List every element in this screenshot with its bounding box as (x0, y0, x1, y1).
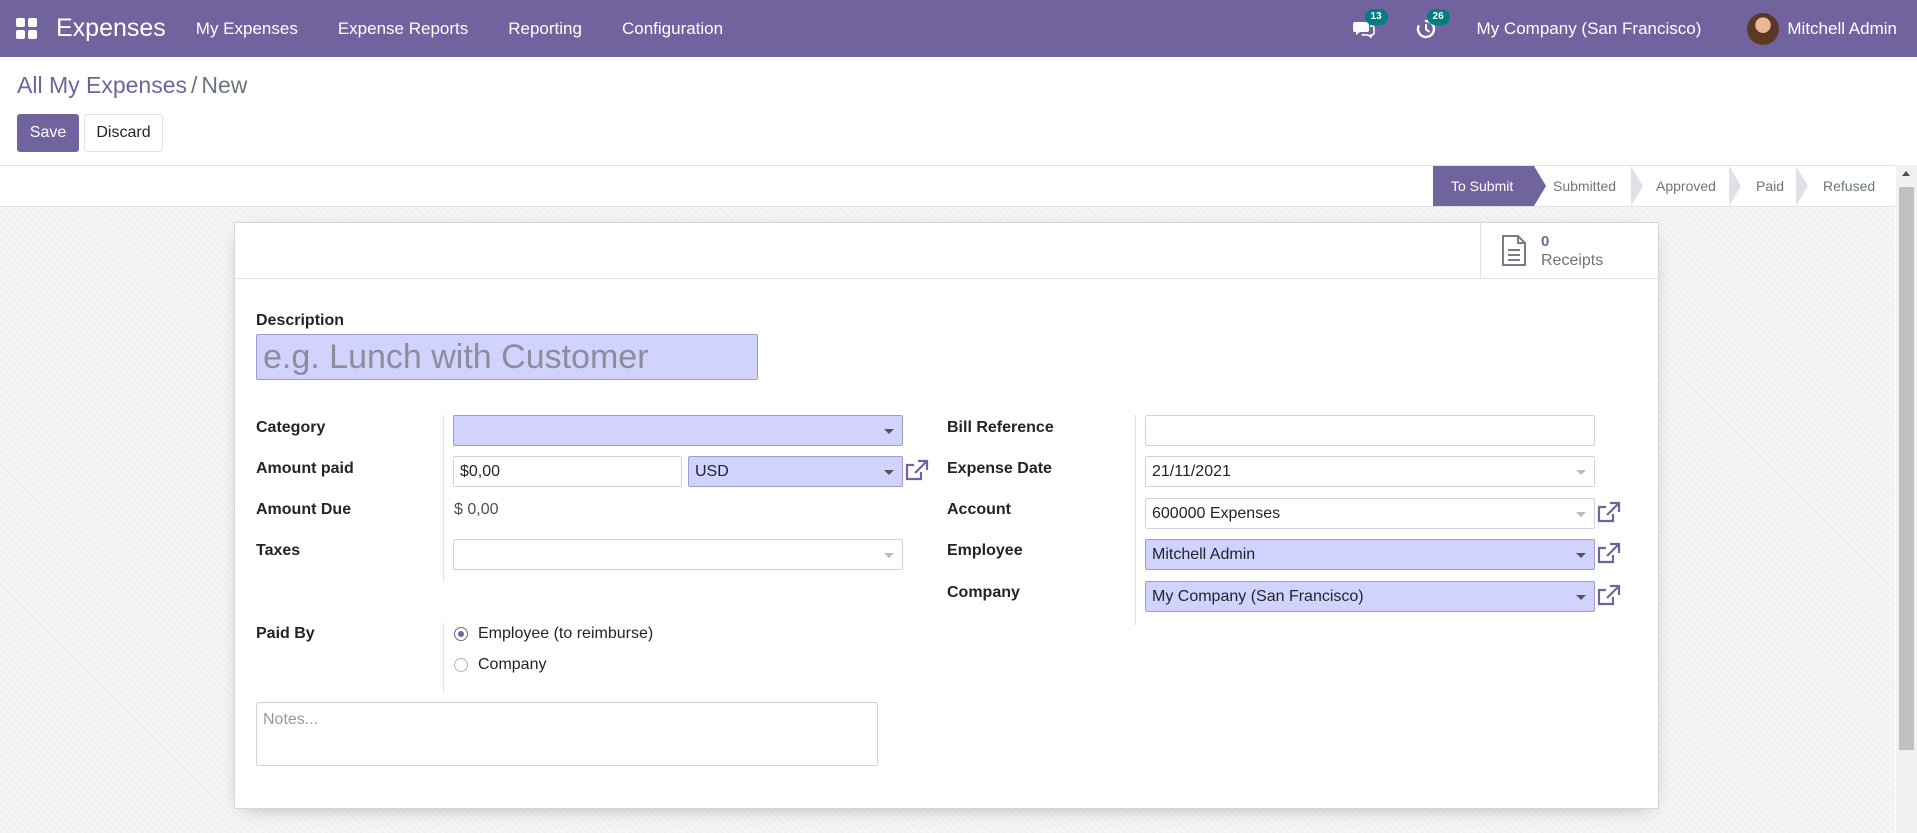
company-value: My Company (San Francisco) (1152, 587, 1364, 605)
external-link-icon[interactable] (905, 459, 929, 483)
expense-date-input[interactable]: 21/11/2021 (1145, 456, 1595, 487)
user-menu[interactable]: Mitchell Admin (1787, 19, 1897, 39)
breadcrumb-separator: / (191, 72, 198, 98)
amount-due-value: $ 0,00 (454, 501, 499, 518)
category-label: Category (256, 419, 326, 436)
save-button[interactable]: Save (17, 114, 79, 152)
currency-select[interactable]: USD (688, 456, 903, 487)
smart-button-box: 0 Receipts (235, 223, 1658, 279)
receipts-smart-button[interactable]: 0 Receipts (1480, 223, 1658, 278)
paid-by-label: Paid By (256, 625, 315, 642)
menu-expense-reports[interactable]: Expense Reports (338, 19, 468, 39)
stage-arrow (1534, 166, 1546, 206)
menu-configuration[interactable]: Configuration (622, 19, 723, 39)
category-select[interactable] (453, 415, 903, 446)
label-divider (443, 623, 444, 693)
company-label: Company (947, 584, 1020, 601)
activities-badge: 26 (1426, 8, 1450, 25)
breadcrumb: All My Expenses / New (17, 72, 247, 99)
employee-value: Mitchell Admin (1152, 545, 1256, 563)
radio-button[interactable] (454, 627, 468, 641)
external-link-icon[interactable] (1597, 542, 1621, 566)
expense-date-value: 21/11/2021 (1152, 462, 1231, 480)
receipts-count: 0 (1541, 232, 1550, 250)
taxes-label: Taxes (256, 542, 301, 559)
label-divider (443, 415, 444, 582)
company-select[interactable]: My Company (San Francisco) (1145, 581, 1595, 612)
employee-select[interactable]: Mitchell Admin (1145, 539, 1595, 570)
stage-refused[interactable]: Refused (1823, 166, 1893, 206)
amount-due-label: Amount Due (256, 501, 352, 518)
breadcrumb-current: New (201, 72, 248, 98)
scroll-up-arrow-icon[interactable] (1902, 171, 1910, 176)
stage-approved[interactable]: Approved (1656, 166, 1736, 206)
account-label: Account (947, 501, 1011, 518)
form-sheet: 0 Receipts Description e.g. Lunch with C… (234, 222, 1659, 809)
currency-value: USD (695, 462, 729, 480)
bill-reference-input[interactable] (1145, 415, 1595, 446)
paid-by-company-label: Company (478, 656, 547, 673)
stage-submitted[interactable]: Submitted (1553, 166, 1643, 206)
messages-button[interactable]: 13 (1352, 8, 1388, 40)
company-switcher[interactable]: My Company (San Francisco) (1477, 19, 1702, 39)
expense-date-label: Expense Date (947, 460, 1052, 477)
activities-button[interactable]: 26 (1415, 8, 1450, 40)
taxes-select[interactable] (453, 539, 903, 570)
stage-paid[interactable]: Paid (1756, 166, 1801, 206)
top-navbar: Expenses My Expenses Expense Reports Rep… (0, 0, 1917, 57)
account-value: 600000 Expenses (1152, 504, 1281, 522)
bill-reference-label: Bill Reference (947, 419, 1054, 436)
apps-grid-icon[interactable] (16, 18, 37, 39)
paid-by-company-option[interactable]: Company (454, 656, 546, 674)
description-label: Description (256, 312, 345, 329)
vertical-scrollbar[interactable] (1896, 165, 1917, 833)
document-icon (1502, 234, 1526, 266)
stage-arrow (1631, 166, 1643, 206)
messages-badge: 13 (1364, 8, 1388, 25)
radio-button[interactable] (454, 658, 468, 672)
menu-reporting[interactable]: Reporting (508, 19, 582, 39)
stage-arrow (1796, 166, 1808, 206)
account-select[interactable]: 600000 Expenses (1145, 498, 1595, 529)
stage-to-submit[interactable]: To Submit (1433, 166, 1534, 206)
amount-paid-input[interactable]: $0,00 (453, 456, 682, 487)
external-link-icon[interactable] (1597, 501, 1621, 525)
description-input[interactable]: e.g. Lunch with Customer (256, 334, 758, 380)
paid-by-employee-option[interactable]: Employee (to reimburse) (454, 625, 653, 643)
scroll-thumb[interactable] (1899, 187, 1914, 750)
paid-by-employee-label: Employee (to reimburse) (478, 625, 654, 642)
amount-paid-label: Amount paid (256, 460, 354, 477)
label-divider (1135, 415, 1136, 625)
external-link-icon[interactable] (1597, 584, 1621, 608)
discard-button[interactable]: Discard (84, 114, 163, 152)
notes-textarea[interactable]: Notes... (256, 702, 878, 766)
app-title[interactable]: Expenses (56, 14, 166, 43)
stage-arrow (1729, 166, 1741, 206)
receipts-label: Receipts (1541, 251, 1604, 269)
statusbar: To Submit Submitted Approved Paid Refuse… (0, 165, 1895, 207)
employee-label: Employee (947, 542, 1023, 559)
menu-my-expenses[interactable]: My Expenses (196, 19, 298, 39)
avatar[interactable] (1747, 12, 1780, 45)
breadcrumb-parent-link[interactable]: All My Expenses (17, 72, 187, 98)
